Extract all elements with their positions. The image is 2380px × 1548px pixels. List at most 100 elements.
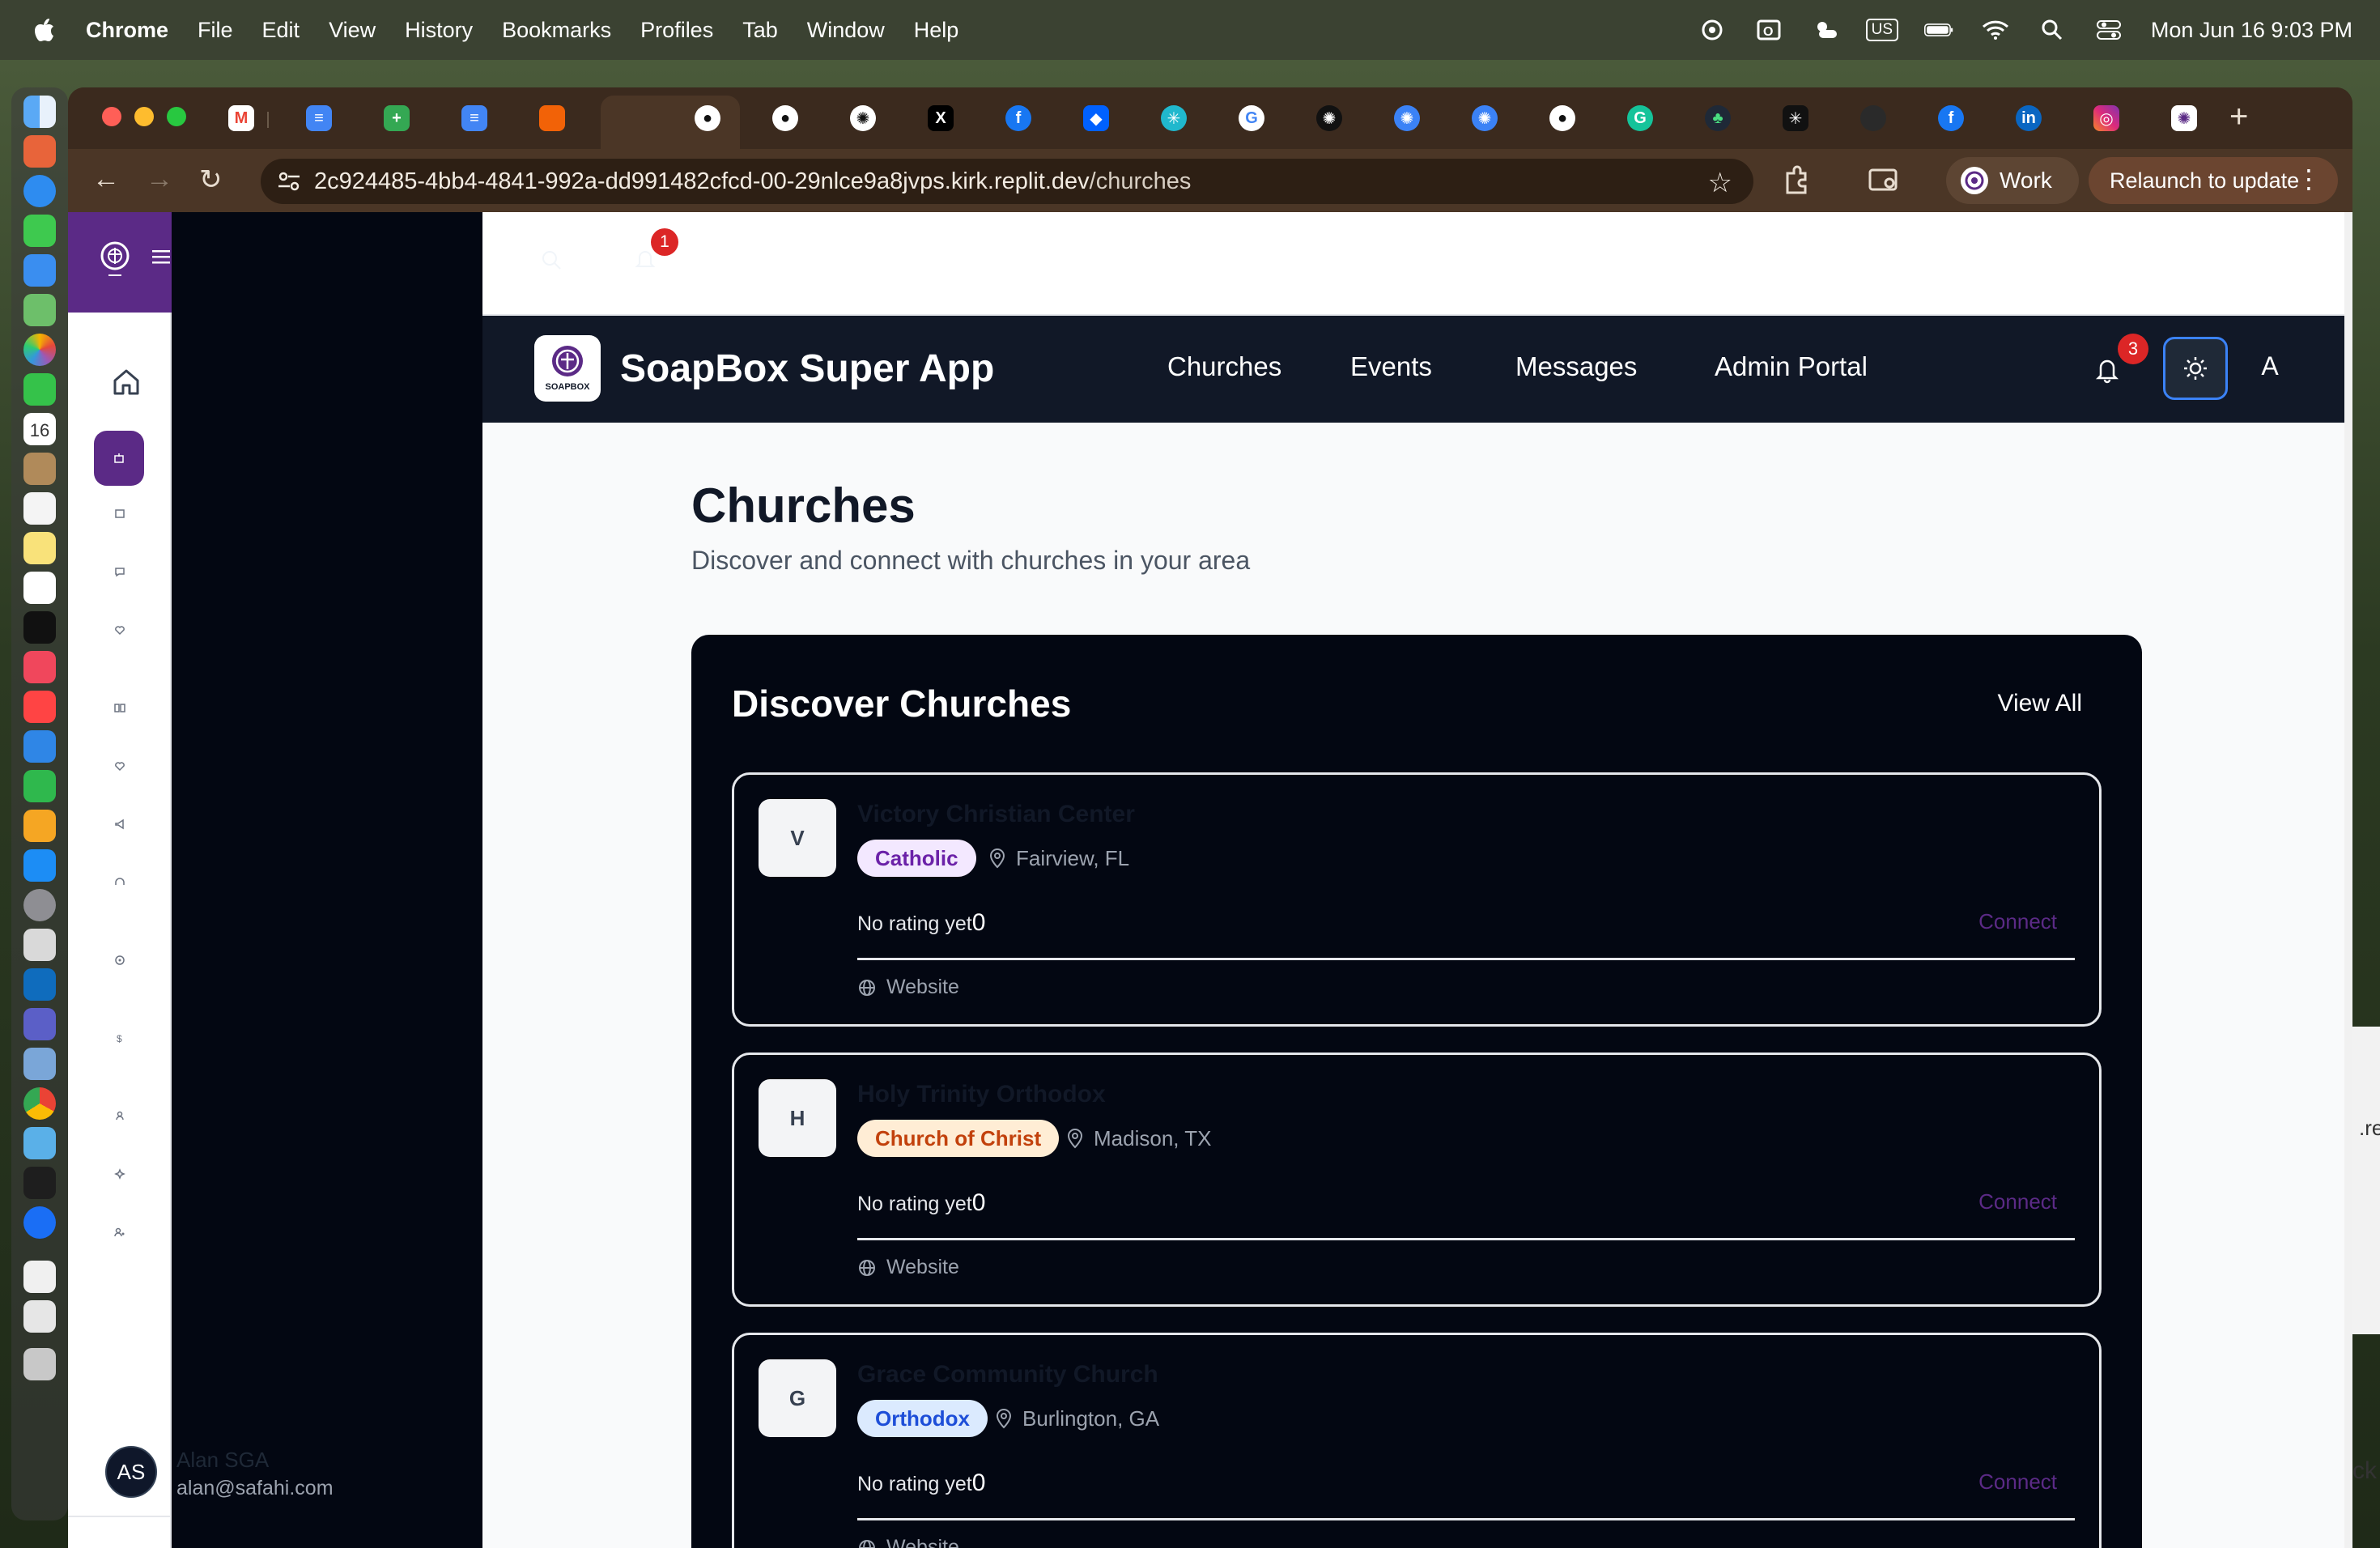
reload-button[interactable]: ↻ bbox=[199, 164, 223, 196]
replit-tab-icon[interactable] bbox=[539, 105, 565, 131]
church-name[interactable]: Holy Trinity Orthodox bbox=[857, 1081, 1106, 1108]
perplexity-dark-tab-icon[interactable]: ✳ bbox=[1783, 105, 1808, 131]
battery-icon[interactable] bbox=[1923, 19, 1953, 41]
home-icon[interactable] bbox=[110, 366, 142, 398]
calendar-icon[interactable] bbox=[110, 504, 130, 523]
address-bar[interactable]: 2c924485-4bb4-4841-992a-dd991482cfcd-00-… bbox=[261, 159, 1753, 204]
instagram-tab-icon[interactable]: ◎ bbox=[2093, 105, 2119, 131]
photos-icon[interactable] bbox=[23, 334, 56, 366]
system-settings-icon[interactable] bbox=[23, 889, 56, 921]
grammarly-tab-icon[interactable]: G bbox=[1627, 105, 1653, 131]
church-card[interactable]: V Victory Christian Center Catholic Fair… bbox=[732, 772, 2102, 1027]
user-avatar[interactable]: AS bbox=[105, 1446, 157, 1498]
nav-events[interactable]: Events bbox=[1350, 351, 1432, 382]
menu-bookmarks[interactable]: Bookmarks bbox=[502, 18, 611, 43]
menu-view[interactable]: View bbox=[329, 18, 376, 43]
connect-button[interactable]: Connect bbox=[1978, 1189, 2057, 1214]
heart-icon-2[interactable] bbox=[110, 756, 130, 776]
downloads-folder-icon[interactable] bbox=[23, 1300, 56, 1333]
maps-icon[interactable] bbox=[23, 294, 56, 326]
messages-icon[interactable] bbox=[23, 215, 56, 247]
github-tab-icon-3[interactable]: ● bbox=[1549, 105, 1575, 131]
relaunch-update-button[interactable]: Relaunch to update ⋮ bbox=[2089, 157, 2338, 204]
leaf-tab-icon[interactable]: ♣ bbox=[1705, 105, 1731, 131]
facetime-icon[interactable] bbox=[23, 373, 56, 406]
numbers-icon[interactable] bbox=[23, 770, 56, 802]
google-sheets-tab-icon[interactable]: + bbox=[384, 105, 410, 131]
menubar-clock[interactable]: Mon Jun 16 9:03 PM bbox=[2151, 18, 2352, 43]
outlook-icon[interactable] bbox=[23, 968, 56, 1001]
teams-icon[interactable] bbox=[23, 1008, 56, 1040]
cast-icon[interactable] bbox=[1867, 164, 1901, 198]
wifi-icon[interactable] bbox=[1981, 19, 2010, 41]
users-settings-icon[interactable] bbox=[110, 1223, 130, 1242]
tv-icon[interactable] bbox=[23, 611, 56, 644]
soapbox-tab-icon[interactable]: ✺ bbox=[2171, 105, 2197, 131]
minimize-window-button[interactable] bbox=[134, 107, 154, 126]
menu-history[interactable]: History bbox=[405, 18, 473, 43]
openai-blue-tab-icon[interactable]: ✺ bbox=[1394, 105, 1420, 131]
church-name[interactable]: Grace Community Church bbox=[857, 1361, 1158, 1389]
x-twitter-tab-icon[interactable]: X bbox=[928, 105, 954, 131]
github-tab-icon[interactable]: ● bbox=[695, 105, 720, 131]
trash-icon[interactable] bbox=[23, 1348, 56, 1380]
menu-window[interactable]: Window bbox=[807, 18, 885, 43]
chrome-icon[interactable] bbox=[23, 1087, 56, 1120]
nav-admin-portal[interactable]: Admin Portal bbox=[1715, 351, 1868, 382]
forward-button[interactable]: → bbox=[146, 164, 173, 195]
church-card[interactable]: H Holy Trinity Orthodox Church of Christ… bbox=[732, 1053, 2102, 1307]
church-name[interactable]: Victory Christian Center bbox=[857, 801, 1135, 828]
app-logo[interactable]: SOAPBOX bbox=[534, 335, 601, 402]
openai-blue-tab-icon-2[interactable]: ✺ bbox=[1472, 105, 1498, 131]
vpn-status-icon[interactable] bbox=[1698, 19, 1727, 41]
zoom-window-button[interactable] bbox=[167, 107, 186, 126]
search-icon[interactable] bbox=[539, 248, 563, 272]
diskutility-icon[interactable] bbox=[23, 1127, 56, 1159]
app-title[interactable]: SoapBox Super App bbox=[620, 347, 994, 391]
menu-tab[interactable]: Tab bbox=[742, 18, 778, 43]
facebook-tab-icon-2[interactable]: f bbox=[1938, 105, 1964, 131]
google-docs-tab-icon-2[interactable]: ≡ bbox=[461, 105, 487, 131]
sparkle-icon[interactable] bbox=[110, 1164, 130, 1184]
menu-edit[interactable]: Edit bbox=[262, 18, 300, 43]
megaphone-icon[interactable] bbox=[110, 814, 130, 834]
freeform-icon[interactable] bbox=[23, 572, 56, 604]
finder-icon[interactable] bbox=[23, 96, 56, 128]
safari-icon[interactable] bbox=[23, 175, 56, 207]
profile-chip[interactable]: Work bbox=[1946, 157, 2079, 204]
bookmark-star-icon[interactable]: ☆ bbox=[1708, 167, 1732, 199]
keynote-icon[interactable] bbox=[23, 730, 56, 763]
dollar-icon[interactable]: $ bbox=[110, 1028, 130, 1048]
weather-status-icon[interactable] bbox=[1811, 19, 1840, 41]
notes-icon[interactable] bbox=[23, 532, 56, 564]
page-scrollbar[interactable] bbox=[2344, 212, 2352, 1548]
iphone-mirroring-icon[interactable] bbox=[23, 929, 56, 961]
user-menu-avatar[interactable]: A bbox=[2246, 351, 2294, 381]
dropbox-tab-icon[interactable]: ◆ bbox=[1083, 105, 1109, 131]
1password-icon[interactable] bbox=[23, 1206, 56, 1239]
perplexity-tab-icon[interactable]: ✳ bbox=[1161, 105, 1187, 131]
pages-icon[interactable] bbox=[23, 810, 56, 842]
website-link[interactable]: Website bbox=[857, 1256, 959, 1279]
google-tab-icon[interactable]: G bbox=[1239, 105, 1264, 131]
outlook-status-icon[interactable]: O bbox=[1754, 19, 1783, 41]
church-card[interactable]: G Grace Community Church Orthodox Burlin… bbox=[732, 1333, 2102, 1548]
facebook-tab-icon[interactable]: f bbox=[1005, 105, 1031, 131]
mail-icon[interactable] bbox=[23, 254, 56, 287]
openai-tab-icon[interactable]: ✺ bbox=[850, 105, 876, 131]
documents-folder-icon[interactable] bbox=[23, 1261, 56, 1293]
view-all-link[interactable]: View All bbox=[1997, 690, 2082, 717]
linkedin-tab-icon[interactable]: in bbox=[2016, 105, 2042, 131]
terminal-icon[interactable] bbox=[23, 1167, 56, 1199]
menu-toggle-icon[interactable] bbox=[152, 249, 170, 264]
target-icon[interactable] bbox=[110, 950, 130, 970]
preview-icon[interactable] bbox=[23, 1048, 56, 1080]
extensions-icon[interactable] bbox=[1779, 164, 1813, 198]
control-center-icon[interactable] bbox=[2094, 19, 2123, 41]
bell-icon[interactable] bbox=[2093, 355, 2121, 384]
book-icon[interactable] bbox=[110, 698, 130, 717]
nav-churches[interactable]: Churches bbox=[1167, 351, 1281, 382]
headphones-icon[interactable] bbox=[110, 873, 130, 892]
google-docs-tab-icon[interactable]: ≡ bbox=[306, 105, 332, 131]
user-icon[interactable] bbox=[110, 1106, 130, 1125]
